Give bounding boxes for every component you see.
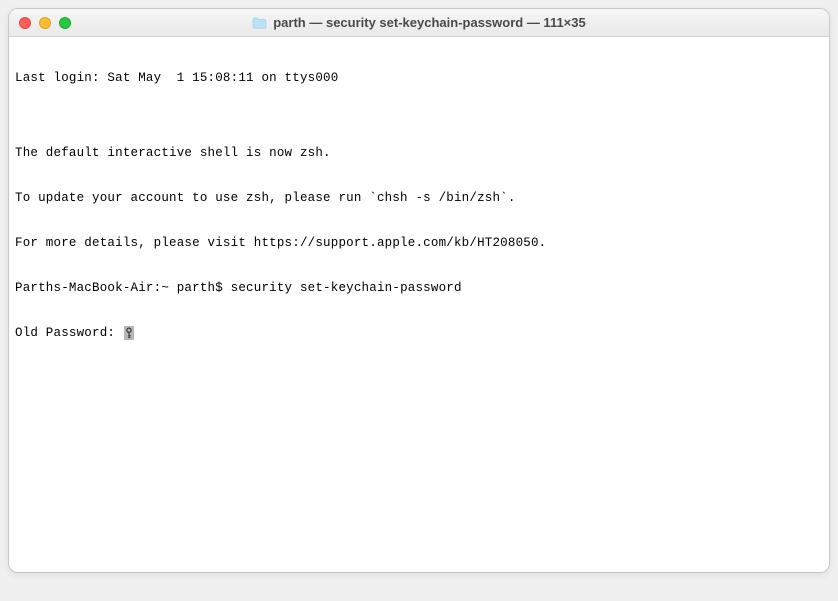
folder-icon bbox=[252, 17, 267, 29]
minimize-button[interactable] bbox=[39, 17, 51, 29]
zoom-button[interactable] bbox=[59, 17, 71, 29]
titlebar[interactable]: parth — security set-keychain-password —… bbox=[9, 9, 829, 37]
shell-msg-3: For more details, please visit https://s… bbox=[15, 236, 823, 251]
title-wrap: parth — security set-keychain-password —… bbox=[9, 15, 829, 30]
password-prompt: Old Password: bbox=[15, 326, 123, 341]
close-button[interactable] bbox=[19, 17, 31, 29]
prompt-line: Parths-MacBook-Air:~ parth$ security set… bbox=[15, 281, 823, 296]
shell-prompt: Parths-MacBook-Air:~ parth$ bbox=[15, 281, 231, 296]
terminal-body[interactable]: Last login: Sat May 1 15:08:11 on ttys00… bbox=[9, 37, 829, 572]
key-icon bbox=[124, 326, 134, 340]
window-title: parth — security set-keychain-password —… bbox=[273, 15, 586, 30]
shell-msg-1: The default interactive shell is now zsh… bbox=[15, 146, 823, 161]
command-text: security set-keychain-password bbox=[231, 281, 462, 296]
password-prompt-line: Old Password: bbox=[15, 326, 823, 341]
terminal-window: parth — security set-keychain-password —… bbox=[8, 8, 830, 573]
traffic-lights bbox=[19, 17, 71, 29]
last-login-line: Last login: Sat May 1 15:08:11 on ttys00… bbox=[15, 71, 823, 86]
shell-msg-2: To update your account to use zsh, pleas… bbox=[15, 191, 823, 206]
